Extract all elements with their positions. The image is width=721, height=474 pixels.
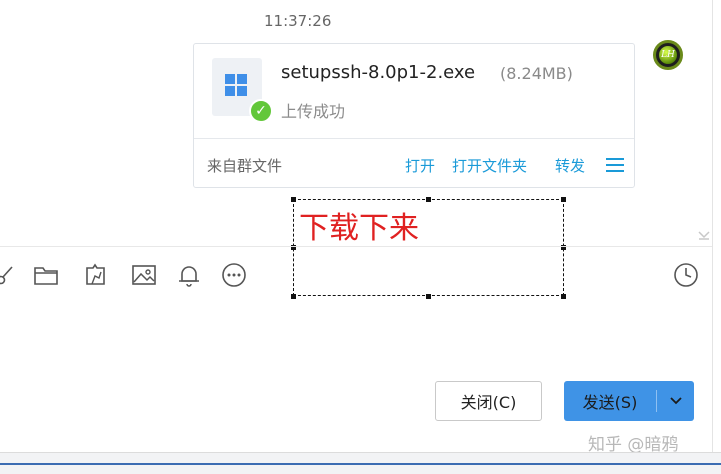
resize-handle[interactable] [561, 294, 566, 299]
bell-icon[interactable] [176, 262, 202, 288]
open-folder-link[interactable]: 打开文件夹 [452, 155, 527, 176]
windows-logo-icon [225, 74, 247, 96]
card-divider [194, 138, 634, 139]
annotation-text: 下载下来 [299, 211, 419, 246]
forward-link[interactable]: 转发 [555, 155, 585, 176]
resize-handle[interactable] [426, 294, 431, 299]
message-timestamp: 11:37:26 [264, 12, 332, 30]
file-size: (8.24MB) [500, 64, 573, 83]
close-button[interactable]: 关闭(C) [435, 381, 542, 421]
scrollbar-track[interactable] [712, 0, 713, 452]
avatar[interactable]: LH [653, 40, 683, 70]
chevron-down-icon[interactable] [657, 381, 694, 421]
open-file-link[interactable]: 打开 [405, 155, 435, 176]
folder-icon[interactable] [33, 262, 59, 288]
resize-handle[interactable] [561, 197, 566, 202]
upload-success-check-icon: ✓ [249, 99, 273, 123]
image-icon[interactable] [131, 262, 157, 288]
upload-status: 上传成功 [281, 102, 346, 121]
resize-handle[interactable] [291, 197, 296, 202]
file-name: setupssh-8.0p1-2.exe [281, 62, 476, 83]
chat-input-divider [0, 246, 712, 247]
resize-handle[interactable] [426, 197, 431, 202]
send-button[interactable]: 发送(S) [564, 381, 694, 421]
send-button-label[interactable]: 发送(S) [564, 381, 656, 421]
scissors-icon[interactable] [0, 262, 16, 288]
history-clock-icon[interactable] [673, 262, 699, 288]
scroll-down-icon[interactable] [697, 229, 711, 241]
taskbar-edge [0, 463, 721, 465]
puzzle-icon[interactable] [83, 262, 109, 288]
more-icon[interactable] [221, 262, 247, 288]
menu-icon[interactable] [606, 158, 624, 172]
file-source-label: 来自群文件 [207, 157, 283, 175]
resize-handle[interactable] [291, 294, 296, 299]
avatar-initials: LH [659, 46, 677, 64]
